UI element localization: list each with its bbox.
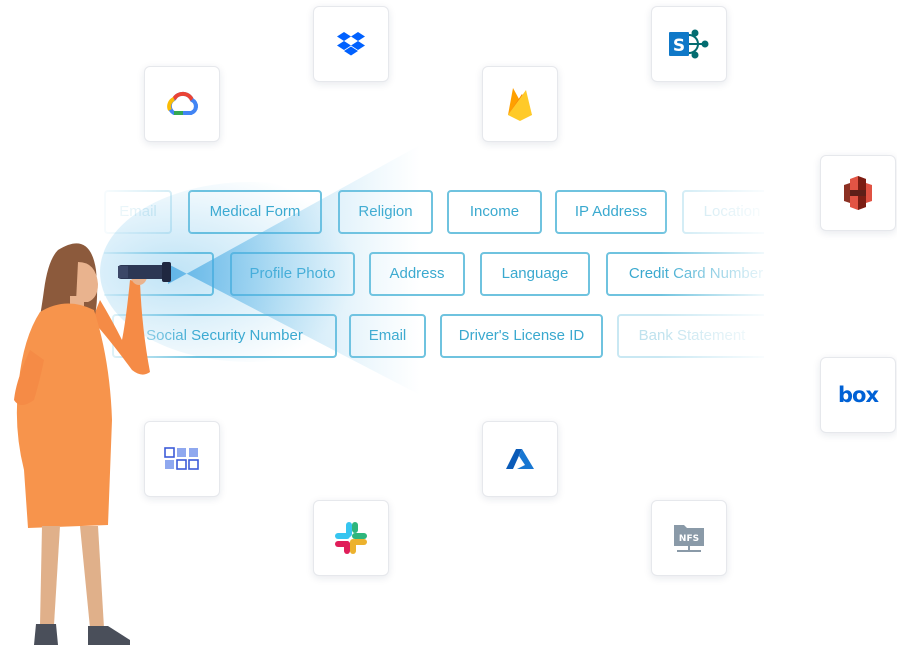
person-leg-right [80, 526, 104, 628]
google-cloud-icon [167, 91, 198, 115]
tag-birth[interactable]: Birth [104, 252, 214, 296]
box-icon: box [837, 383, 879, 407]
tag-social-security-number[interactable]: Social Security Number [112, 314, 337, 358]
sharepoint-icon: S [669, 29, 709, 59]
person-face [76, 262, 98, 302]
tag-credit-card-number[interactable]: Credit Card Number [606, 252, 764, 296]
tag-profile-photo[interactable]: Profile Photo [230, 252, 355, 296]
tag-language[interactable]: Language [480, 252, 590, 296]
nfs-label: NFS [679, 534, 699, 544]
tag-ip-address[interactable]: IP Address [555, 190, 667, 234]
person-neck [70, 296, 84, 310]
person-hair [30, 243, 98, 374]
aws-s3-tile[interactable] [820, 155, 896, 231]
sharepoint-letter: S [673, 36, 685, 56]
tag-medical-form[interactable]: Medical Form [188, 190, 322, 234]
tag-email-2[interactable]: Email [349, 314, 426, 358]
nfs-tile[interactable]: NFS [651, 500, 727, 576]
tag-income[interactable]: Income [447, 190, 542, 234]
azure-icon [506, 449, 534, 469]
slack-tile[interactable] [313, 500, 389, 576]
nfs-icon: NFS [674, 525, 704, 552]
tag-religion[interactable]: Religion [338, 190, 433, 234]
aws-s3-icon [844, 176, 872, 210]
dropbox-tile[interactable] [313, 6, 389, 82]
tag-drivers-license-id[interactable]: Driver's License ID [440, 314, 603, 358]
firebase-tile[interactable] [482, 66, 558, 142]
firebase-icon [508, 88, 532, 121]
person-shoe-left [34, 624, 58, 645]
slack-icon [335, 522, 367, 554]
dropbox-icon [337, 32, 365, 56]
tag-address[interactable]: Address [369, 252, 465, 296]
google-cloud-tile[interactable] [144, 66, 220, 142]
person-leg-left [40, 526, 60, 625]
person-front-arm [14, 350, 44, 405]
azure-tile[interactable] [482, 421, 558, 497]
grid-storage-tile[interactable] [144, 421, 220, 497]
tag-bank-statement[interactable]: Bank Statement [617, 314, 764, 358]
grid-storage-icon [164, 447, 199, 470]
box-tile[interactable]: box [820, 357, 896, 433]
tag-location[interactable]: Location [682, 190, 764, 234]
data-tags-area: Email Medical Form Religion Income IP Ad… [104, 182, 764, 372]
tag-email[interactable]: Email [104, 190, 172, 234]
illustration-canvas: Email Medical Form Religion Income IP Ad… [0, 0, 897, 647]
sharepoint-tile[interactable]: S [651, 6, 727, 82]
person-dress [16, 303, 112, 528]
person-shoe-right [88, 626, 130, 645]
